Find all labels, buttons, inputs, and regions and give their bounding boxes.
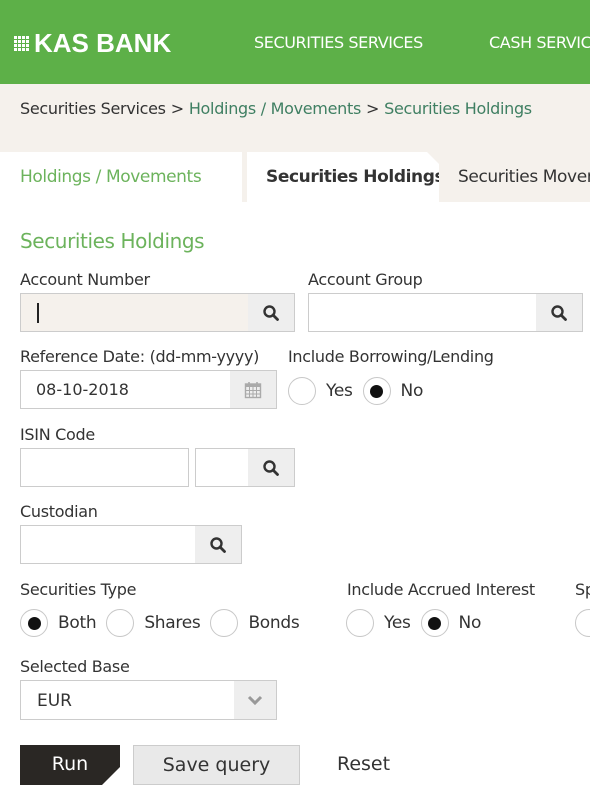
securities-type-label: Securities Type bbox=[20, 580, 137, 599]
radio-label: Yes bbox=[326, 381, 353, 401]
chevron-down-icon bbox=[247, 695, 263, 705]
account-number-label: Account Number bbox=[20, 270, 150, 289]
search-icon bbox=[263, 459, 279, 476]
account-number-search-button[interactable] bbox=[248, 294, 294, 331]
reference-date-label: Reference Date: (dd-mm-yyyy) bbox=[20, 347, 260, 366]
breadcrumb: Securities Services > Holdings / Movements… bbox=[20, 99, 532, 118]
securities-type-shares-radio[interactable]: Shares bbox=[106, 609, 201, 637]
breadcrumb-holdings-movements[interactable]: Holdings / Movements bbox=[189, 99, 361, 118]
breadcrumb-root[interactable]: Securities Services bbox=[20, 99, 166, 118]
radio-checked-icon bbox=[420, 609, 449, 637]
reference-date-field bbox=[20, 370, 277, 409]
radio-label: Yes bbox=[384, 613, 411, 633]
breadcrumb-securities-holdings[interactable]: Securities Holdings bbox=[384, 99, 532, 118]
text-caret bbox=[37, 303, 39, 323]
securities-type-both-radio[interactable]: Both bbox=[20, 609, 97, 637]
account-group-label: Account Group bbox=[308, 270, 423, 289]
custodian-search-button[interactable] bbox=[195, 526, 241, 563]
search-icon bbox=[263, 304, 279, 321]
borrowing-lending-yes-radio[interactable]: Yes bbox=[288, 377, 353, 405]
truncated-radio[interactable] bbox=[575, 609, 590, 637]
radio-unchecked-icon bbox=[346, 609, 374, 637]
selected-base-value: EUR bbox=[37, 691, 72, 711]
isin-lookup-field bbox=[195, 448, 295, 487]
accrued-interest-radio-group: Yes No bbox=[346, 608, 489, 638]
date-picker-button[interactable] bbox=[230, 371, 276, 408]
run-button[interactable]: Run bbox=[20, 745, 120, 785]
radio-unchecked-icon bbox=[288, 377, 316, 405]
calendar-icon bbox=[244, 381, 262, 398]
logo-grid-icon bbox=[14, 36, 29, 51]
isin-code-input[interactable] bbox=[21, 449, 188, 486]
search-icon bbox=[210, 536, 226, 553]
nav-cash-services[interactable]: CASH SERVICES bbox=[489, 33, 590, 52]
page-title: Securities Holdings bbox=[20, 229, 205, 253]
breadcrumb-separator: > bbox=[170, 99, 184, 118]
custodian-label: Custodian bbox=[20, 502, 98, 521]
logo-text: KAS BANK bbox=[34, 28, 172, 58]
radio-label: Both bbox=[58, 613, 97, 633]
nav-securities-services[interactable]: SECURITIES SERVICES bbox=[254, 33, 423, 52]
borrowing-lending-no-radio[interactable]: No bbox=[362, 377, 424, 405]
breadcrumb-separator: > bbox=[365, 99, 380, 118]
isin-code-field bbox=[20, 448, 189, 487]
accrued-interest-yes-radio[interactable]: Yes bbox=[346, 609, 411, 637]
truncated-field-label: Sp bbox=[575, 580, 590, 599]
radio-unchecked-icon bbox=[210, 609, 239, 637]
radio-label: No bbox=[400, 381, 424, 401]
account-group-search-button[interactable] bbox=[536, 294, 582, 331]
radio-checked-icon bbox=[20, 609, 48, 637]
account-number-field bbox=[20, 293, 295, 332]
radio-checked-icon bbox=[362, 377, 391, 405]
radio-label: Bonds bbox=[248, 613, 300, 633]
kas-bank-logo[interactable]: KAS BANK bbox=[14, 29, 171, 57]
radio-label: Shares bbox=[144, 613, 201, 633]
account-group-field bbox=[308, 293, 583, 332]
isin-lookup-input[interactable] bbox=[196, 449, 248, 486]
accrued-interest-label: Include Accrued Interest bbox=[347, 580, 535, 599]
isin-search-button[interactable] bbox=[248, 449, 294, 486]
tab-holdings-movements[interactable]: Holdings / Movements bbox=[0, 152, 242, 202]
isin-code-label: ISIN Code bbox=[20, 425, 95, 444]
securities-type-radio-group: Both Shares Bonds bbox=[20, 608, 307, 638]
securities-type-bonds-radio[interactable]: Bonds bbox=[210, 609, 300, 637]
selected-base-select[interactable]: EUR bbox=[20, 680, 277, 720]
save-query-button[interactable]: Save query bbox=[133, 745, 300, 785]
select-dropdown-toggle[interactable] bbox=[234, 681, 276, 719]
top-navigation-bar: KAS BANK SECURITIES SERVICES CASH SERVIC… bbox=[0, 0, 590, 84]
custodian-field bbox=[20, 525, 242, 564]
search-icon bbox=[551, 304, 567, 321]
radio-label: No bbox=[458, 613, 482, 633]
tab-securities-movements[interactable]: Securities Movements bbox=[439, 152, 590, 202]
borrowing-lending-radio-group: Yes No bbox=[288, 376, 431, 406]
radio-unchecked-icon bbox=[106, 609, 135, 637]
reset-button[interactable]: Reset bbox=[337, 753, 390, 775]
tab-securities-holdings[interactable]: Securities Holdings bbox=[247, 152, 439, 202]
selected-base-label: Selected Base bbox=[20, 657, 130, 676]
borrowing-lending-label: Include Borrowing/Lending bbox=[288, 347, 494, 366]
accrued-interest-no-radio[interactable]: No bbox=[420, 609, 482, 637]
